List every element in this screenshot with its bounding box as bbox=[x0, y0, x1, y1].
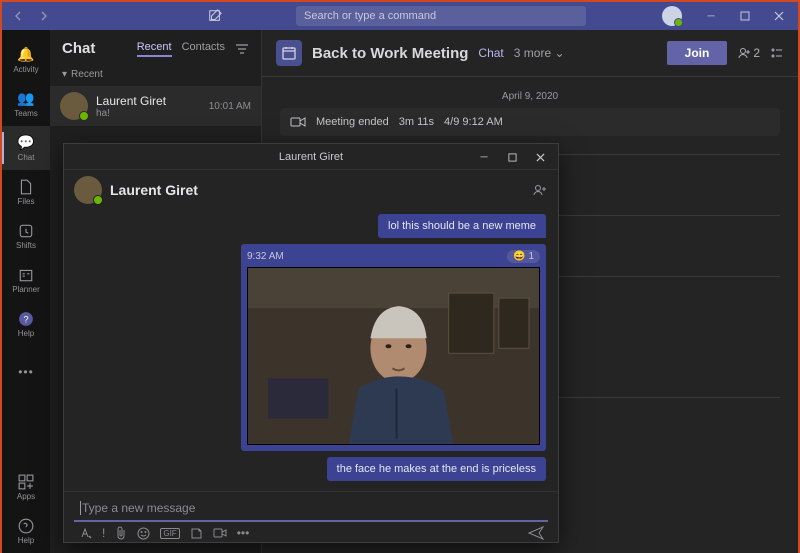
conversation-title: Back to Work Meeting bbox=[312, 45, 468, 62]
sticker-icon[interactable] bbox=[190, 527, 203, 540]
minimize-button[interactable]: ─ bbox=[696, 3, 726, 29]
date-separator: April 9, 2020 bbox=[280, 91, 780, 102]
emoji-icon[interactable] bbox=[137, 527, 150, 540]
priority-icon[interactable]: ! bbox=[102, 526, 105, 540]
format-icon[interactable] bbox=[78, 526, 92, 540]
people-icon: 👥 bbox=[18, 91, 34, 107]
help-icon: ? bbox=[18, 311, 34, 327]
rail-help-bottom[interactable]: Help bbox=[2, 509, 50, 553]
reaction-badge[interactable]: 😄1 bbox=[507, 250, 540, 263]
close-button[interactable] bbox=[764, 3, 794, 29]
compose-icon[interactable] bbox=[204, 5, 226, 27]
popout-chat-window: Laurent Giret ─ Laurent Giret lol this s… bbox=[63, 143, 559, 543]
nav-forward-icon[interactable] bbox=[32, 5, 54, 27]
svg-text:?: ? bbox=[23, 314, 28, 324]
message-time: 9:32 AM bbox=[247, 251, 284, 262]
gif-icon[interactable]: GIF bbox=[160, 528, 179, 539]
attach-icon[interactable] bbox=[115, 526, 127, 540]
contact-avatar bbox=[60, 92, 88, 120]
rail-chat[interactable]: 💬Chat bbox=[2, 126, 50, 170]
join-button[interactable]: Join bbox=[667, 41, 728, 65]
rail-activity[interactable]: 🔔Activity bbox=[2, 38, 50, 82]
rail-more[interactable]: ••• bbox=[2, 350, 50, 394]
rail-planner[interactable]: Planner bbox=[2, 258, 50, 302]
popout-close-button[interactable] bbox=[526, 144, 554, 170]
chat-list-title: Chat bbox=[62, 40, 95, 57]
bell-icon: 🔔 bbox=[18, 47, 34, 63]
left-rail: 🔔Activity 👥Teams 💬Chat Files Shifts Plan… bbox=[2, 30, 50, 553]
participants-button[interactable]: 2 bbox=[737, 46, 760, 60]
chevron-down-icon: ⌄ bbox=[554, 46, 564, 60]
shifts-icon bbox=[18, 223, 34, 239]
call-ended-card[interactable]: Meeting ended 3m 11s 4/9 9:12 AM bbox=[280, 108, 780, 136]
search-input[interactable]: Search or type a command bbox=[296, 6, 586, 26]
chat-list-item[interactable]: Laurent Giret ha! 10:01 AM bbox=[50, 86, 261, 126]
laugh-emoji-icon: 😄 bbox=[513, 251, 525, 262]
popout-contact-name: Laurent Giret bbox=[110, 182, 198, 198]
popout-maximize-button[interactable] bbox=[498, 144, 526, 170]
meet-now-icon[interactable] bbox=[213, 527, 227, 539]
rail-shifts[interactable]: Shifts bbox=[2, 214, 50, 258]
compose-input[interactable]: Type a new message bbox=[74, 496, 548, 522]
rail-teams[interactable]: 👥Teams bbox=[2, 82, 50, 126]
rail-help[interactable]: ?Help bbox=[2, 302, 50, 346]
popout-titlebar[interactable]: Laurent Giret ─ bbox=[64, 144, 558, 170]
popout-contact-avatar[interactable] bbox=[74, 176, 102, 204]
video-icon bbox=[290, 116, 306, 128]
apps-icon bbox=[18, 474, 34, 490]
filter-icon[interactable] bbox=[235, 42, 249, 56]
call-time: 4/9 9:12 AM bbox=[444, 116, 503, 128]
conversation-tab-chat[interactable]: Chat bbox=[478, 46, 503, 60]
chevron-down-icon: ▾ bbox=[62, 69, 67, 80]
popout-add-participant-icon[interactable] bbox=[532, 183, 548, 197]
call-duration: 3m 11s bbox=[399, 116, 434, 128]
send-button[interactable] bbox=[528, 526, 544, 540]
conversation-more-tabs[interactable]: 3 more ⌄ bbox=[514, 46, 565, 60]
message-bubble-partial[interactable]: lol this should be a new meme bbox=[378, 214, 546, 238]
message-time: 10:01 AM bbox=[209, 101, 251, 112]
call-ended-label: Meeting ended bbox=[316, 116, 389, 128]
title-bar: Search or type a command ─ bbox=[2, 2, 798, 30]
chat-icon: 💬 bbox=[18, 135, 34, 151]
current-user-avatar[interactable] bbox=[662, 6, 682, 26]
section-recent[interactable]: ▾Recent bbox=[50, 63, 261, 86]
popout-minimize-button[interactable]: ─ bbox=[470, 144, 498, 170]
nav-back-icon[interactable] bbox=[8, 5, 30, 27]
message-image[interactable] bbox=[247, 267, 540, 445]
planner-icon bbox=[18, 267, 34, 283]
maximize-button[interactable] bbox=[730, 3, 760, 29]
search-placeholder: Search or type a command bbox=[304, 10, 436, 22]
rail-apps[interactable]: Apps bbox=[2, 465, 50, 509]
message-bubble[interactable]: the face he makes at the end is priceles… bbox=[327, 457, 546, 481]
message-card[interactable]: 9:32 AM 😄1 bbox=[241, 244, 546, 451]
panel-toggle-icon[interactable] bbox=[770, 46, 784, 60]
more-icon[interactable]: ••• bbox=[237, 526, 250, 540]
tab-recent[interactable]: Recent bbox=[137, 41, 172, 57]
tab-contacts[interactable]: Contacts bbox=[182, 41, 225, 57]
help-icon bbox=[18, 518, 34, 534]
file-icon bbox=[18, 179, 34, 195]
contact-name: Laurent Giret bbox=[96, 94, 201, 108]
meeting-icon bbox=[276, 40, 302, 66]
message-preview: ha! bbox=[96, 108, 201, 119]
rail-files[interactable]: Files bbox=[2, 170, 50, 214]
